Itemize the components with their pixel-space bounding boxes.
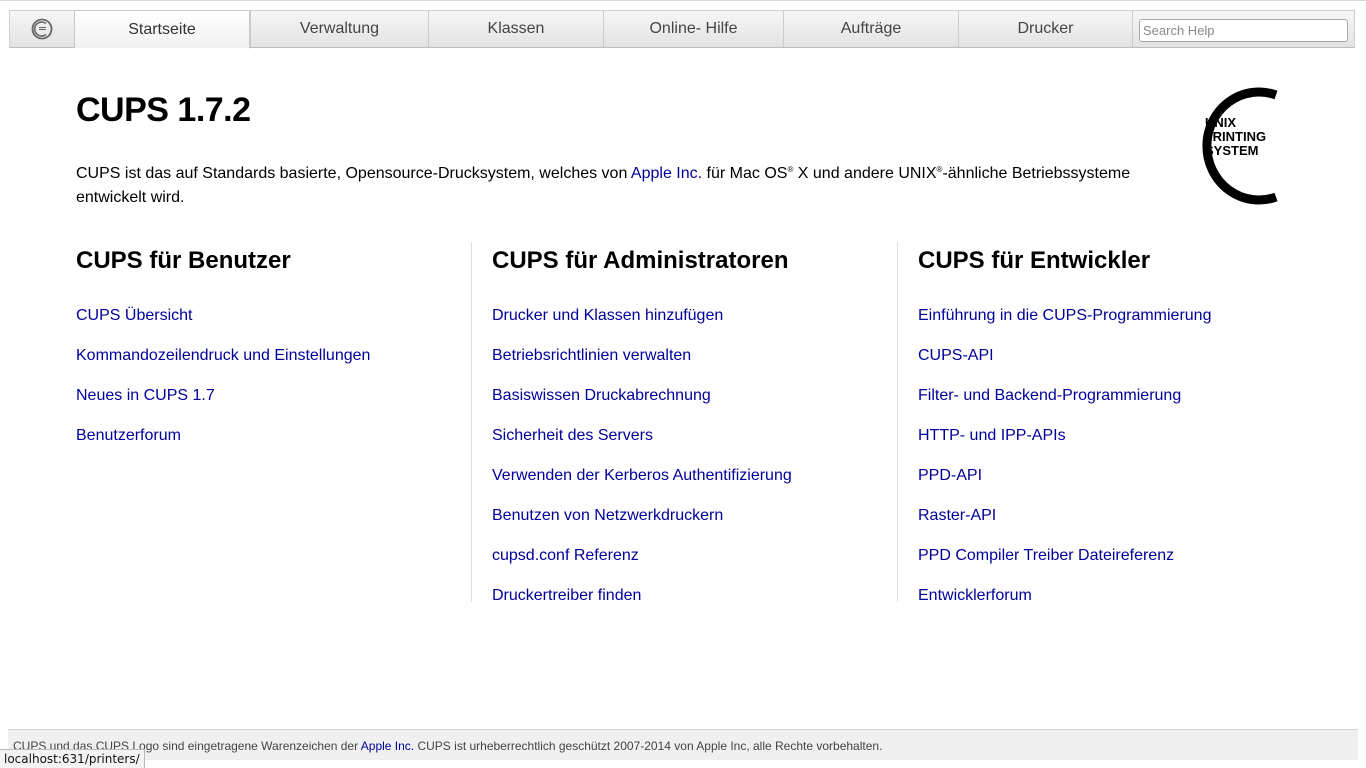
link-list-users: CUPS Übersicht Kommandozeilendruck und E… — [76, 304, 370, 464]
column-heading-users: CUPS für Benutzer — [76, 247, 291, 274]
list-item: Kommandozeilendruck und Einstellungen — [76, 344, 370, 384]
link-kerberos[interactable]: Verwenden der Kerberos Authentifizierung — [492, 467, 792, 484]
list-item: CUPS Übersicht — [76, 304, 370, 344]
list-item: PPD Compiler Treiber Dateireferenz — [918, 544, 1211, 584]
link-neues-in-cups[interactable]: Neues in CUPS 1.7 — [76, 387, 215, 404]
link-netzwerkdrucker[interactable]: Benutzen von Netzwerkdruckern — [492, 507, 723, 524]
link-betriebsrichtlinien[interactable]: Betriebsrichtlinien verwalten — [492, 347, 691, 364]
list-item: Raster-API — [918, 504, 1211, 544]
column-divider — [897, 242, 898, 602]
link-kommandozeilendruck[interactable]: Kommandozeilendruck und Einstellungen — [76, 347, 370, 364]
link-filter-backend[interactable]: Filter- und Backend-Programmierung — [918, 387, 1181, 404]
link-sicherheit-servers[interactable]: Sicherheit des Servers — [492, 427, 653, 444]
list-item: Basiswissen Druckabrechnung — [492, 384, 792, 424]
logo-line-2: PRINTING — [1204, 129, 1266, 144]
page-title: CUPS 1.7.2 — [76, 91, 251, 129]
footer: CUPS und das CUPS Logo sind eingetragene… — [8, 729, 1358, 760]
column-heading-devs: CUPS für Entwickler — [918, 247, 1151, 274]
top-navigation: Startseite Verwaltung Klassen Online- Hi… — [9, 10, 1355, 49]
list-item: Neues in CUPS 1.7 — [76, 384, 370, 424]
footer-text-2: CUPS ist urheberrechtlich geschützt 2007… — [414, 739, 883, 753]
link-entwicklerforum[interactable]: Entwicklerforum — [918, 587, 1032, 604]
link-einfuehrung-programmierung[interactable]: Einführung in die CUPS-Programmierung — [918, 307, 1211, 324]
list-item: Benutzen von Netzwerkdruckern — [492, 504, 792, 544]
link-benutzerforum[interactable]: Benutzerforum — [76, 427, 181, 444]
column-divider — [471, 242, 472, 602]
intro-part-2: für Mac OS — [702, 165, 788, 182]
list-item: Entwicklerforum — [918, 584, 1211, 624]
logo-line-3: SYSTEM — [1205, 143, 1258, 158]
intro-part-3: X und andere UNIX — [793, 165, 937, 182]
browser-status-bar: localhost:631/printers/ — [0, 749, 145, 768]
column-devs: CUPS für Entwickler Einführung in die CU… — [918, 242, 1211, 624]
link-list-devs: Einführung in die CUPS-Programmierung CU… — [918, 304, 1211, 624]
link-raster-api[interactable]: Raster-API — [918, 507, 996, 524]
link-http-ipp-apis[interactable]: HTTP- und IPP-APIs — [918, 427, 1066, 444]
list-item: Einführung in die CUPS-Programmierung — [918, 304, 1211, 344]
search-container — [1132, 11, 1354, 47]
link-cups-api[interactable]: CUPS-API — [918, 347, 994, 364]
link-ppd-compiler[interactable]: PPD Compiler Treiber Dateireferenz — [918, 547, 1174, 564]
tab-verwaltung[interactable]: Verwaltung — [250, 11, 428, 47]
top-rule — [0, 0, 1366, 1]
column-admins: CUPS für Administratoren Drucker und Kla… — [492, 242, 792, 624]
logo-line-1: UNIX — [1205, 115, 1236, 130]
link-cupsd-conf[interactable]: cupsd.conf Referenz — [492, 547, 639, 564]
intro-part-1: CUPS ist das auf Standards basierte, Ope… — [76, 165, 631, 182]
tab-startseite[interactable]: Startseite — [74, 10, 250, 49]
list-item: Betriebsrichtlinien verwalten — [492, 344, 792, 384]
list-item: Filter- und Backend-Programmierung — [918, 384, 1211, 424]
list-item: PPD-API — [918, 464, 1211, 504]
list-item: cupsd.conf Referenz — [492, 544, 792, 584]
intro-text: CUPS ist das auf Standards basierte, Ope… — [76, 158, 1156, 210]
link-druckertreiber-finden[interactable]: Druckertreiber finden — [492, 587, 641, 604]
list-item: Verwenden der Kerberos Authentifizierung — [492, 464, 792, 504]
cups-unix-printing-system-logo: UNIX PRINTING SYSTEM — [1202, 87, 1278, 205]
tab-auftraege[interactable]: Aufträge — [783, 11, 958, 47]
tab-drucker[interactable]: Drucker — [958, 11, 1132, 47]
link-drucker-klassen-hinzufuegen[interactable]: Drucker und Klassen hinzufügen — [492, 307, 723, 324]
column-users: CUPS für Benutzer CUPS Übersicht Kommand… — [76, 242, 370, 464]
tab-online-hilfe[interactable]: Online- Hilfe — [603, 11, 783, 47]
tab-klassen[interactable]: Klassen — [428, 11, 603, 47]
list-item: Sicherheit des Servers — [492, 424, 792, 464]
apple-link[interactable]: Apple Inc. — [631, 165, 702, 182]
list-item: Drucker und Klassen hinzufügen — [492, 304, 792, 344]
list-item: CUPS-API — [918, 344, 1211, 384]
column-heading-admins: CUPS für Administratoren — [492, 247, 789, 274]
list-item: Benutzerforum — [76, 424, 370, 464]
footer-apple-link[interactable]: Apple Inc. — [361, 739, 414, 753]
link-list-admins: Drucker und Klassen hinzufügen Betriebsr… — [492, 304, 792, 624]
link-druckabrechnung[interactable]: Basiswissen Druckabrechnung — [492, 387, 711, 404]
list-item: Druckertreiber finden — [492, 584, 792, 624]
link-cups-uebersicht[interactable]: CUPS Übersicht — [76, 307, 192, 324]
list-item: HTTP- und IPP-APIs — [918, 424, 1211, 464]
link-ppd-api[interactable]: PPD-API — [918, 467, 982, 484]
search-input[interactable] — [1139, 19, 1348, 42]
cups-logo-icon[interactable] — [10, 11, 74, 47]
